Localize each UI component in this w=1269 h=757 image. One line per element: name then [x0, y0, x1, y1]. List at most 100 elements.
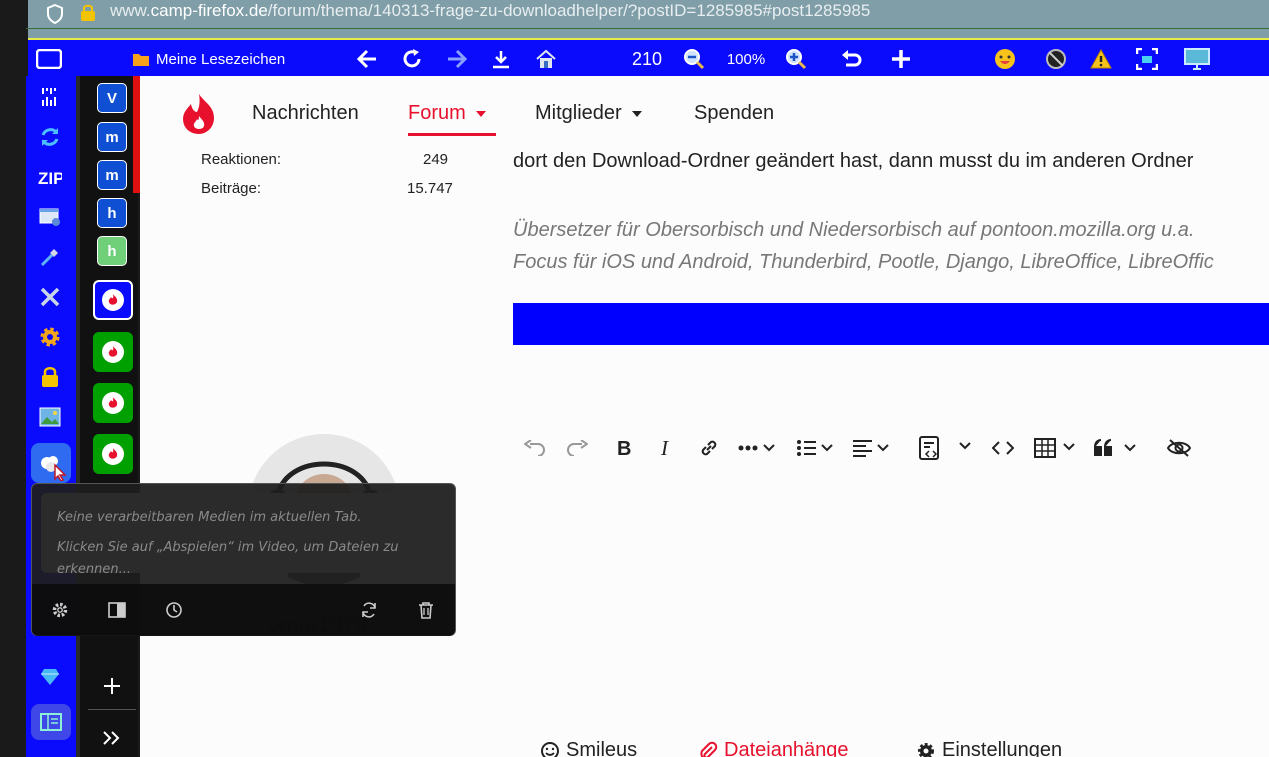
- active-underline: [408, 133, 496, 136]
- spoiler-hide-icon[interactable]: [1164, 431, 1194, 465]
- warning-icon[interactable]: [1088, 46, 1114, 72]
- bookmarks-folder[interactable]: Meine Lesezeichen: [132, 46, 292, 72]
- tab-smilies[interactable]: Smileus: [540, 739, 637, 757]
- svg-text:B: B: [617, 439, 631, 457]
- code-insert-icon[interactable]: [916, 431, 976, 465]
- download-icon[interactable]: [488, 46, 514, 72]
- site-nav: Nachrichten Forum Mitglieder Spenden: [140, 76, 1269, 138]
- zip-icon[interactable]: ZIP: [37, 164, 63, 190]
- list-icon[interactable]: [794, 431, 838, 465]
- tab-favicon[interactable]: m: [97, 122, 127, 152]
- tab-attachments[interactable]: Dateianhänge: [698, 739, 849, 757]
- browser-window: www.camp-firefox.de/forum/thema/140313-f…: [0, 0, 1269, 757]
- align-icon[interactable]: [850, 431, 894, 465]
- italic-icon[interactable]: I: [652, 431, 682, 465]
- source-code-icon[interactable]: [988, 431, 1018, 465]
- tab-favicon[interactable]: m: [97, 160, 127, 190]
- reader-view-icon[interactable]: [31, 704, 71, 740]
- signature-banner: [513, 303, 1269, 345]
- sync-icon[interactable]: [37, 124, 63, 150]
- link-icon[interactable]: [694, 431, 724, 465]
- tab-settings[interactable]: Einstellungen: [916, 739, 1062, 757]
- quote-icon[interactable]: [1092, 431, 1142, 465]
- paperclip-icon: [700, 741, 718, 757]
- tab-settings-label: Einstellungen: [942, 739, 1063, 757]
- history-icon[interactable]: [163, 599, 185, 621]
- undo-close-tab-icon[interactable]: [838, 46, 864, 72]
- bold-icon[interactable]: B: [610, 431, 640, 465]
- expand-sidebar-icon[interactable]: [96, 724, 128, 752]
- shield-icon[interactable]: [46, 4, 64, 24]
- counter: 210: [631, 48, 663, 69]
- reactions-value: 249: [423, 151, 449, 168]
- screenshot-icon[interactable]: [1134, 46, 1160, 72]
- url-bar[interactable]: www.camp-firefox.de/forum/thema/140313-f…: [0, 0, 1269, 38]
- zoom-in-icon[interactable]: [783, 46, 809, 72]
- gear-icon: [918, 742, 934, 757]
- refresh-icon[interactable]: [358, 599, 380, 621]
- nav-news[interactable]: Nachrichten: [252, 102, 359, 125]
- trash-icon[interactable]: [415, 599, 437, 621]
- tab-smilies-label: Smileus: [566, 739, 638, 757]
- home-icon[interactable]: [533, 46, 559, 72]
- svg-text:I: I: [660, 439, 669, 457]
- tab-favicon[interactable]: h: [97, 198, 127, 228]
- post-body: dort den Download-Ordner geändert hast, …: [513, 150, 1194, 172]
- tab-favicon[interactable]: V: [97, 83, 127, 113]
- zoom-level[interactable]: 100%: [726, 46, 766, 72]
- nav-donate[interactable]: Spenden: [694, 102, 774, 125]
- lock-icon[interactable]: [37, 364, 63, 390]
- new-tab-icon[interactable]: [888, 46, 914, 72]
- tools-icon[interactable]: [37, 284, 63, 310]
- window-settings-icon[interactable]: [37, 204, 63, 230]
- divider: [26, 28, 1269, 38]
- tab-camp-firefox[interactable]: [93, 434, 133, 474]
- new-tab-plus-icon[interactable]: [96, 670, 128, 702]
- image-icon[interactable]: [37, 404, 63, 430]
- nav-members[interactable]: Mitglieder: [535, 102, 643, 125]
- no-script-icon[interactable]: [1043, 46, 1069, 72]
- gem-icon[interactable]: [37, 664, 63, 690]
- bookmarks-label: Meine Lesezeichen: [156, 50, 286, 68]
- downloadhelper-icon: [41, 456, 67, 481]
- monitor-icon[interactable]: [1182, 46, 1212, 72]
- flame-icon: [108, 294, 118, 305]
- divider: [88, 709, 136, 710]
- settings-icon[interactable]: [49, 599, 71, 621]
- downloadhelper-button[interactable]: [31, 443, 71, 483]
- smiley-icon: [541, 741, 559, 757]
- site-logo-icon[interactable]: [178, 92, 220, 136]
- sidebar-toggle-icon[interactable]: [34, 46, 64, 72]
- signature-line: Übersetzer für Obersorbisch und Niederso…: [513, 219, 1195, 241]
- table-icon[interactable]: [1032, 431, 1080, 465]
- reactions-label: Reaktionen:: [201, 151, 282, 168]
- more-formatting-icon[interactable]: [736, 431, 780, 465]
- forward-icon[interactable]: [444, 46, 470, 72]
- url-text[interactable]: www.camp-firefox.de/forum/thema/140313-f…: [110, 0, 870, 22]
- emoji-icon[interactable]: [992, 46, 1018, 72]
- sidebar-panel-icon[interactable]: [106, 599, 128, 621]
- redo-icon[interactable]: [562, 431, 592, 465]
- folder-icon: [133, 53, 149, 66]
- tab-camp-firefox-active[interactable]: [93, 280, 133, 320]
- flame-icon: [108, 397, 118, 408]
- popup-message: Keine verarbeitbaren Medien im aktuellen…: [57, 510, 362, 525]
- barcode-icon[interactable]: [37, 84, 63, 110]
- nav-forum[interactable]: Forum: [408, 102, 487, 125]
- popup-footer: [32, 584, 455, 636]
- bookmarks-toolbar: Meine Lesezeichen 210 100%: [28, 38, 1269, 76]
- gear-icon[interactable]: [37, 324, 63, 350]
- back-icon[interactable]: [354, 46, 380, 72]
- tab-camp-firefox[interactable]: [93, 383, 133, 423]
- wrench-icon[interactable]: [37, 244, 63, 270]
- reload-icon[interactable]: [399, 46, 425, 72]
- tab-camp-firefox[interactable]: [93, 332, 133, 372]
- tab-favicon[interactable]: h: [97, 236, 127, 266]
- zoom-out-icon[interactable]: [681, 46, 707, 72]
- popup-hint: Klicken Sie auf „Abspielen“ im Video, um…: [57, 540, 399, 577]
- undo-icon[interactable]: [520, 431, 550, 465]
- posts-value: 15.747: [407, 180, 453, 197]
- posts-label: Beiträge:: [201, 180, 262, 197]
- nav-members-label: Mitglieder: [535, 102, 622, 124]
- lock-icon[interactable]: [80, 3, 96, 21]
